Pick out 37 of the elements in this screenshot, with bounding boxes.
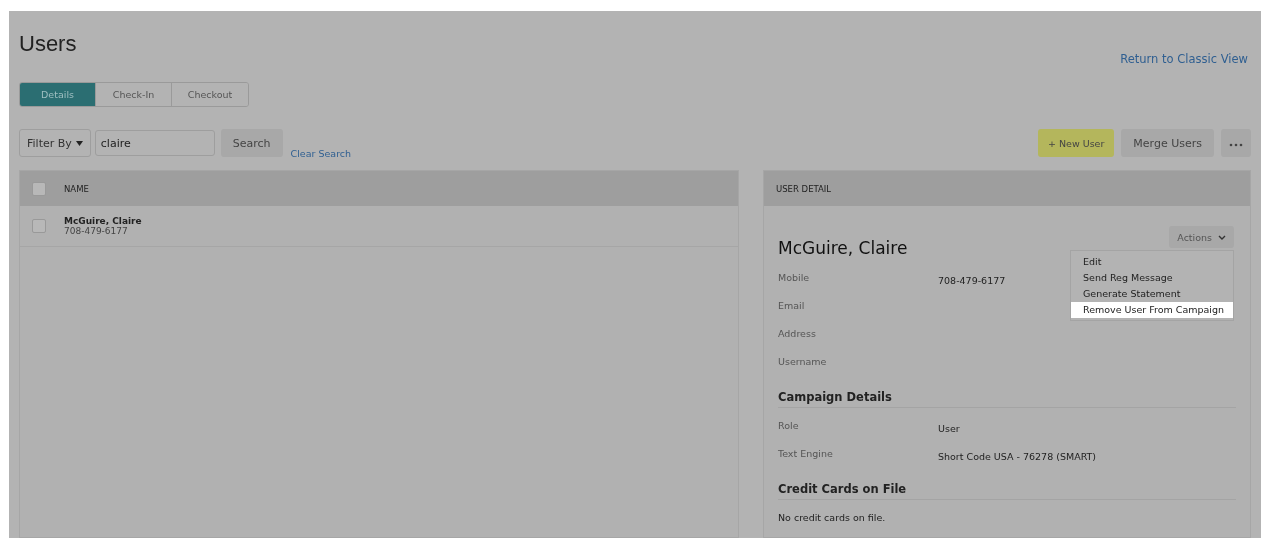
more-button[interactable] (1221, 129, 1251, 157)
menu-item[interactable]: Remove User From Campaign (1071, 302, 1233, 318)
search-field[interactable]: claire (94, 130, 215, 156)
menu-item[interactable]: Send Reg Message (1071, 270, 1233, 286)
field-label: Address (778, 328, 817, 341)
clear-search-link[interactable]: Clear Search (290, 148, 352, 159)
section-title: Credit Cards on File (778, 482, 1236, 500)
field-label: Role (778, 420, 800, 433)
select-all-checkbox[interactable] (32, 181, 46, 196)
field-value: Short Code USA - 76278 (SMART) (938, 451, 1097, 464)
tab[interactable]: Details (20, 83, 96, 106)
field-value: User (938, 423, 960, 436)
row-checkbox[interactable] (32, 219, 46, 233)
user-name[interactable]: McGuire, Claire (64, 216, 142, 226)
field-label: Text Engine (778, 448, 834, 461)
user-detail-name: McGuire, Claire (778, 238, 909, 258)
merge-users-button[interactable]: Merge Users (1121, 129, 1214, 157)
classic-view-link[interactable]: Return to Classic View (1120, 52, 1248, 66)
field-label: Mobile (778, 272, 811, 285)
new-user-button[interactable]: + New User (1038, 129, 1115, 157)
search-button[interactable]: Search (220, 129, 283, 157)
caret-icon (75, 140, 83, 146)
section-title: Campaign Details (778, 390, 1236, 408)
menu-item[interactable]: Edit (1071, 254, 1233, 270)
column-header: NAME (64, 183, 89, 194)
panel-header: USER DETAIL (776, 183, 832, 194)
field-value: 708-479-6177 (938, 275, 1006, 288)
user-phone: 708-479-6177 (64, 226, 129, 236)
field-label: Email (778, 300, 806, 313)
actions-button[interactable]: Actions (1169, 226, 1234, 248)
filter-dropdown[interactable]: Filter By (19, 129, 91, 157)
page-title: Users (19, 31, 77, 57)
empty-note: No credit cards on file. (778, 512, 887, 523)
more-icon (1229, 142, 1243, 147)
chevron-down-icon (1218, 234, 1226, 240)
field-label: Username (778, 356, 828, 369)
menu-item[interactable]: Generate Statement (1071, 286, 1233, 302)
